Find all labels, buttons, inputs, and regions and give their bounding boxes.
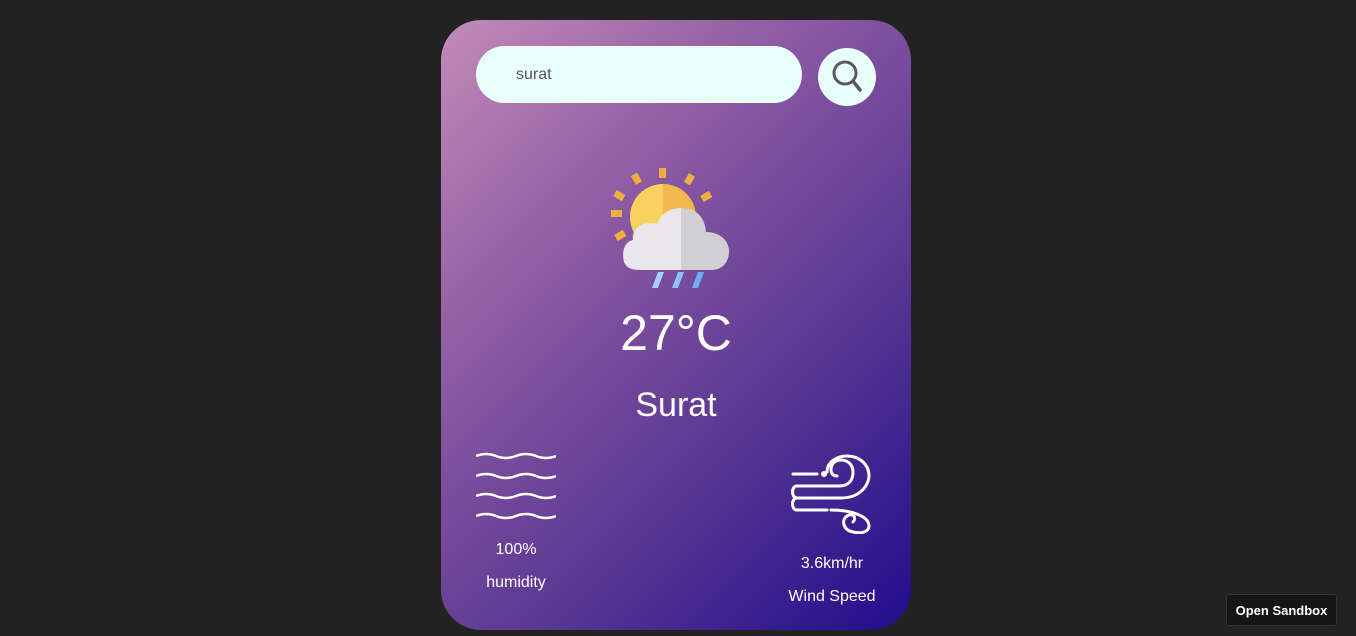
open-sandbox-button[interactable]: Open Sandbox xyxy=(1226,594,1337,626)
wind-icon xyxy=(791,454,871,535)
city-name: Surat xyxy=(635,386,717,424)
search-icon xyxy=(832,60,862,92)
temperature: 27°C xyxy=(620,305,732,361)
weather-card: 27°C Surat 100% humidity 3.6km/hr xyxy=(441,20,911,630)
wind-speed-value: 3.6km/hr xyxy=(800,555,864,572)
humidity-value: 100% xyxy=(495,541,537,558)
search-button[interactable] xyxy=(818,48,876,106)
sun-cloud-rain-icon xyxy=(611,168,730,288)
city-search-input[interactable] xyxy=(476,46,802,103)
humidity-label: humidity xyxy=(486,574,546,591)
wind-section: 3.6km/hr Wind Speed xyxy=(772,452,892,606)
wind-speed-label: Wind Speed xyxy=(788,588,876,605)
humidity-waves-icon xyxy=(475,452,557,520)
humidity-section: 100% humidity xyxy=(466,452,566,592)
